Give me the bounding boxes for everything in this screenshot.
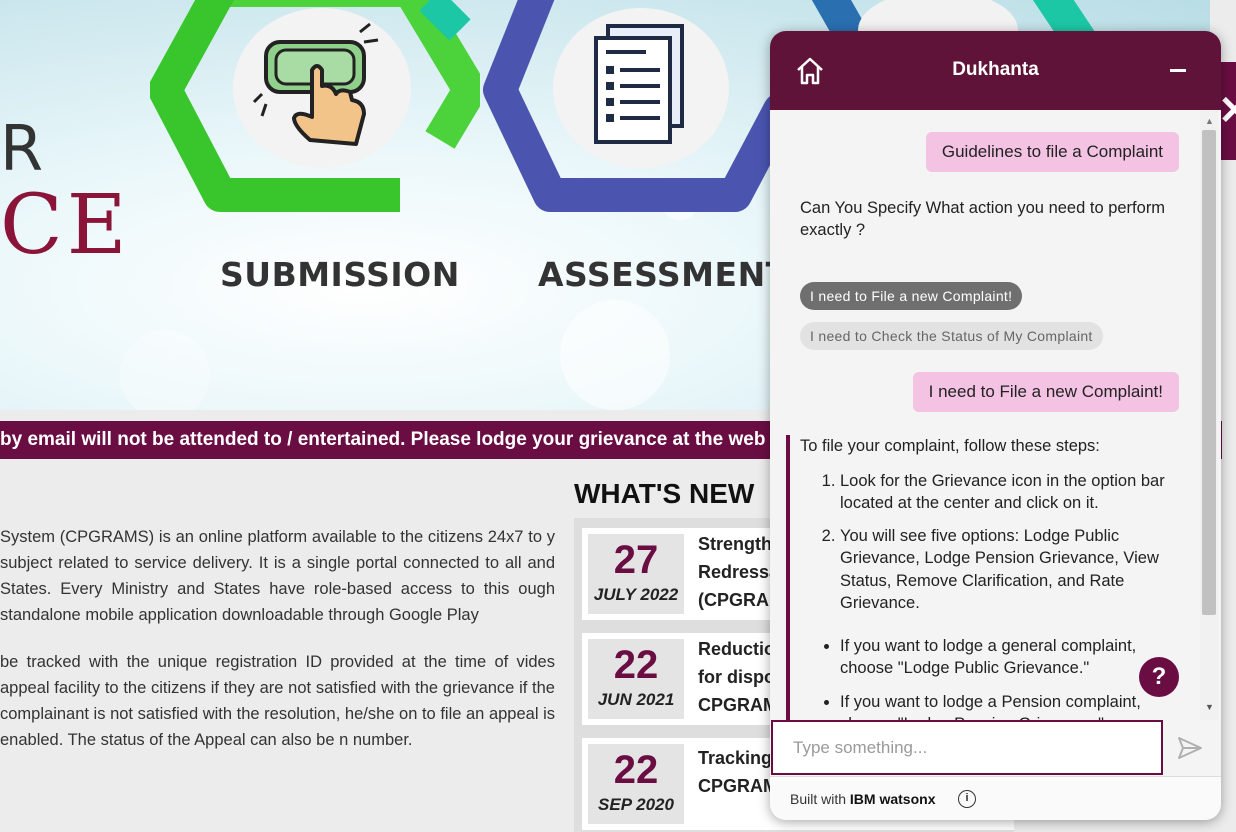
bullet-item: If you want to lodge a general complaint… — [840, 635, 1186, 680]
steps-list: Look for the Grievance icon in the optio… — [840, 470, 1186, 615]
news-date: 22 SEP 2020 — [588, 744, 684, 824]
news-headline[interactable]: Reduction for dispo CPGRAM — [698, 635, 778, 719]
bot-steps-message: To file your complaint, follow these ste… — [786, 435, 1186, 720]
chat-messages: Guidelines to file a Complaint Can You S… — [770, 110, 1221, 720]
user-message: Guidelines to file a Complaint — [925, 132, 1179, 172]
chat-title: Dukhanta — [952, 59, 1039, 80]
footer-brand: IBM watsonx — [849, 791, 936, 807]
chat-scrollbar[interactable]: ▲ ▼ — [1200, 110, 1218, 720]
assessment-label: ASSESSMENT — [538, 255, 789, 294]
about-paragraph-1: System (CPGRAMS) is an online platform a… — [0, 528, 555, 624]
news-date: 22 JUN 2021 — [588, 639, 684, 719]
bullet-item: If you want to lodge a Pension complaint… — [840, 691, 1186, 721]
document-list-icon — [594, 24, 684, 144]
whats-new-title: WHAT'S NEW — [574, 478, 755, 509]
marquee-text: by email will not be attended to / enter… — [0, 429, 766, 450]
option-chip-check-status[interactable]: I need to Check the Status of My Complai… — [800, 322, 1103, 350]
news-day: 27 — [613, 538, 659, 582]
minimize-icon[interactable] — [1170, 69, 1186, 72]
step-item: Look for the Grievance icon in the optio… — [840, 470, 1186, 515]
chat-input[interactable] — [771, 720, 1163, 775]
scroll-down-icon[interactable]: ▼ — [1205, 702, 1214, 712]
step-item: You will see five options: Lodge Public … — [840, 525, 1186, 615]
news-month: JUN 2021 — [597, 690, 675, 709]
built-with-label: Built with IBM watsonx — [790, 791, 936, 807]
bot-message: Can You Specify What action you need to … — [800, 199, 1166, 239]
news-date: 27 JULY 2022 — [588, 534, 684, 614]
hex-green-top — [420, 0, 471, 40]
news-day: 22 — [613, 748, 659, 792]
scroll-up-icon[interactable]: ▲ — [1205, 116, 1214, 126]
info-icon[interactable]: i — [958, 790, 976, 808]
scroll-thumb[interactable] — [1202, 130, 1216, 615]
user-message: I need to File a new Complaint! — [912, 372, 1179, 412]
hero-partial-letter: R — [0, 112, 46, 185]
chat-header: Dukhanta — [770, 31, 1221, 110]
hero-partial-word: CE — [0, 178, 131, 273]
news-month: SEP 2020 — [598, 795, 674, 814]
submission-label: SUBMISSION — [220, 255, 460, 294]
news-headline[interactable]: Strength Redressa (CPGRAM — [698, 530, 778, 614]
footer-prefix: Built with — [790, 791, 847, 807]
bullet-list: If you want to lodge a general complaint… — [840, 635, 1186, 721]
news-month: JULY 2022 — [593, 585, 679, 604]
help-icon[interactable]: ? — [1139, 657, 1179, 697]
send-icon[interactable] — [1176, 735, 1204, 761]
chat-footer: Built with IBM watsonx i — [770, 776, 1221, 820]
news-day: 22 — [613, 643, 659, 687]
click-button-icon — [252, 22, 379, 146]
chat-widget: Dukhanta Guidelines to file a Complaint … — [770, 31, 1221, 820]
option-chip-file-complaint[interactable]: I need to File a new Complaint! — [800, 282, 1023, 310]
news-headline[interactable]: Tracking CPGRAM — [698, 744, 778, 800]
steps-intro: To file your complaint, follow these ste… — [800, 437, 1100, 455]
about-paragraph-2: be tracked with the unique registration … — [0, 653, 555, 749]
about-section: System (CPGRAMS) is an online platform a… — [0, 524, 555, 774]
